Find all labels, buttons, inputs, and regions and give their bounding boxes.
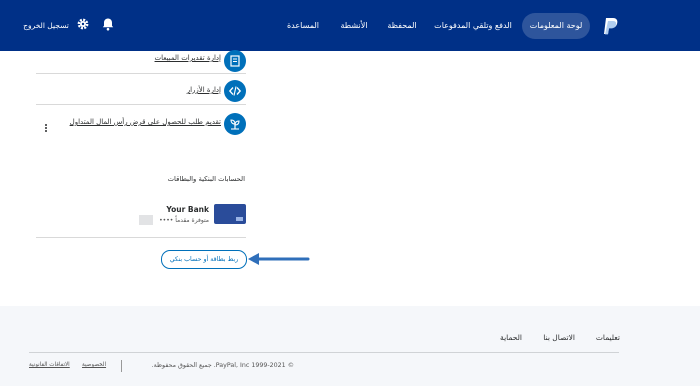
code-icon	[224, 80, 246, 102]
bank-status: متوفرة مقدماً ••••	[159, 217, 209, 224]
nav-send-receive[interactable]: الدفع وتلقي المدفوعات	[431, 13, 515, 39]
divider	[36, 73, 246, 74]
nav-help[interactable]: المساعدة	[283, 13, 323, 39]
logout-button[interactable]: تسجيل الخروج	[18, 13, 74, 39]
privacy-link[interactable]: الخصوصية	[82, 362, 106, 368]
bank-accounts-title: الحسابات البنكية والبطاقات	[167, 175, 245, 183]
copyright-text: © 1999-2021 PayPal, Inc. جميع الحقوق محف…	[151, 362, 294, 369]
main-card	[0, 51, 700, 306]
masked-number-placeholder	[139, 215, 153, 225]
manage-buttons-link[interactable]: إدارة الأزرار	[187, 86, 221, 94]
nav-wallet[interactable]: المحفظة	[383, 13, 421, 39]
nav-activity[interactable]: الأنشطة	[334, 13, 374, 39]
top-navigation-bar: لوحة المعلومات الدفع وتلقي المدفوعات الم…	[0, 0, 700, 51]
manage-sales-estimates-link[interactable]: إدارة تقديرات المبيعات	[155, 54, 221, 62]
plant-icon	[224, 113, 246, 135]
arrow-left-icon	[248, 253, 310, 265]
footer-divider	[29, 352, 619, 353]
divider	[36, 237, 246, 238]
more-options-icon[interactable]	[44, 123, 48, 135]
footer-security-link[interactable]: الحماية	[500, 333, 522, 342]
legal-agreements-link[interactable]: الاتفاقات القانونية	[29, 362, 70, 368]
nav-dashboard[interactable]: لوحة المعلومات	[522, 13, 590, 39]
working-capital-loan-link[interactable]: تقديم طلب للحصول على قرض رأس المال المتد…	[70, 118, 221, 126]
bank-name: Your Bank	[166, 205, 209, 214]
footer-help-link[interactable]: تعليمات	[596, 333, 620, 342]
gear-icon[interactable]	[76, 17, 90, 31]
document-icon	[224, 50, 246, 72]
divider	[36, 104, 246, 105]
paypal-logo[interactable]	[601, 17, 619, 37]
bell-icon[interactable]	[101, 17, 115, 31]
bank-card-icon	[214, 204, 246, 224]
link-card-or-bank-button[interactable]: ربط بطاقة أو حساب بنكي	[161, 250, 247, 269]
footer-separator	[121, 360, 122, 372]
footer-contact-link[interactable]: الاتصال بنا	[543, 333, 575, 342]
